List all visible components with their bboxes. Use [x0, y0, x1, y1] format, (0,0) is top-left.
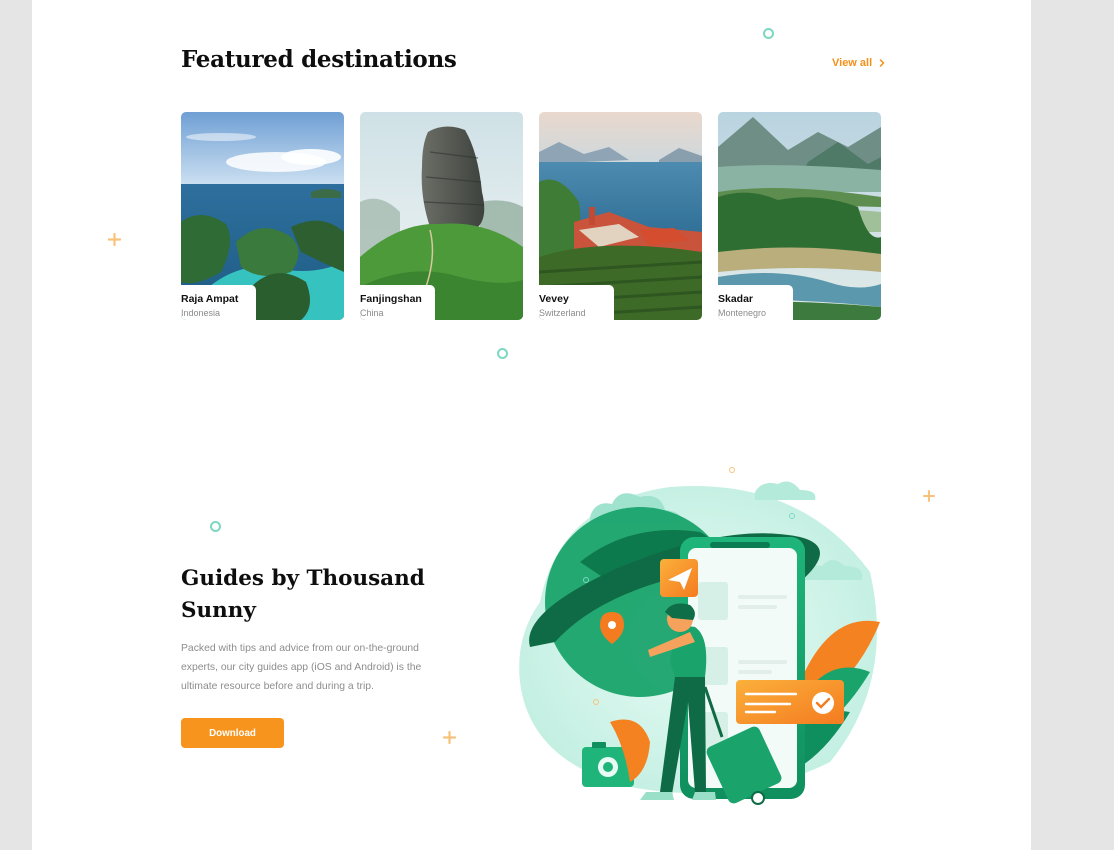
section-title-featured: Featured destinations — [181, 46, 457, 73]
download-button[interactable]: Download — [181, 718, 284, 748]
travel-app-illustration — [519, 467, 880, 805]
destination-country: Montenegro — [718, 308, 767, 318]
page: Featured destinations View all Raja Ampa… — [32, 0, 1031, 850]
destination-name: Skadar — [718, 293, 754, 305]
destination-country: Indonesia — [181, 308, 221, 318]
plus-icon — [108, 233, 121, 246]
section-title-guides: Guides by Thousand Sunny — [181, 566, 425, 623]
destination-name: Vevey — [539, 293, 569, 305]
destination-label: Skadar Montenegro — [718, 285, 793, 320]
circle-icon — [763, 28, 774, 39]
view-all-label: View all — [832, 57, 873, 69]
circle-icon — [497, 348, 508, 359]
destination-card-vevey[interactable]: Vevey Switzerland — [539, 112, 702, 320]
guides-description: Packed with tips and advice from our on-… — [181, 643, 422, 692]
destination-label: Fanjingshan China — [360, 285, 435, 320]
circle-icon — [210, 521, 221, 532]
destination-label: Vevey Switzerland — [539, 285, 614, 320]
chevron-right-icon — [879, 59, 885, 67]
destination-card-raja-ampat[interactable]: Raja Ampat Indonesia — [181, 112, 344, 320]
destination-country: Switzerland — [539, 308, 586, 318]
destinations-list: Raja Ampat Indonesia Fanjingshan China V… — [181, 112, 881, 320]
plus-icon — [443, 731, 456, 744]
destination-label: Raja Ampat Indonesia — [181, 285, 256, 320]
destination-name: Fanjingshan — [360, 293, 422, 305]
plus-icon — [923, 490, 935, 502]
view-all-link[interactable]: View all — [832, 57, 886, 69]
destination-name: Raja Ampat — [181, 293, 239, 305]
destination-card-skadar[interactable]: Skadar Montenegro — [718, 112, 881, 320]
destination-country: China — [360, 308, 384, 318]
destination-card-fanjingshan[interactable]: Fanjingshan China — [360, 112, 523, 320]
